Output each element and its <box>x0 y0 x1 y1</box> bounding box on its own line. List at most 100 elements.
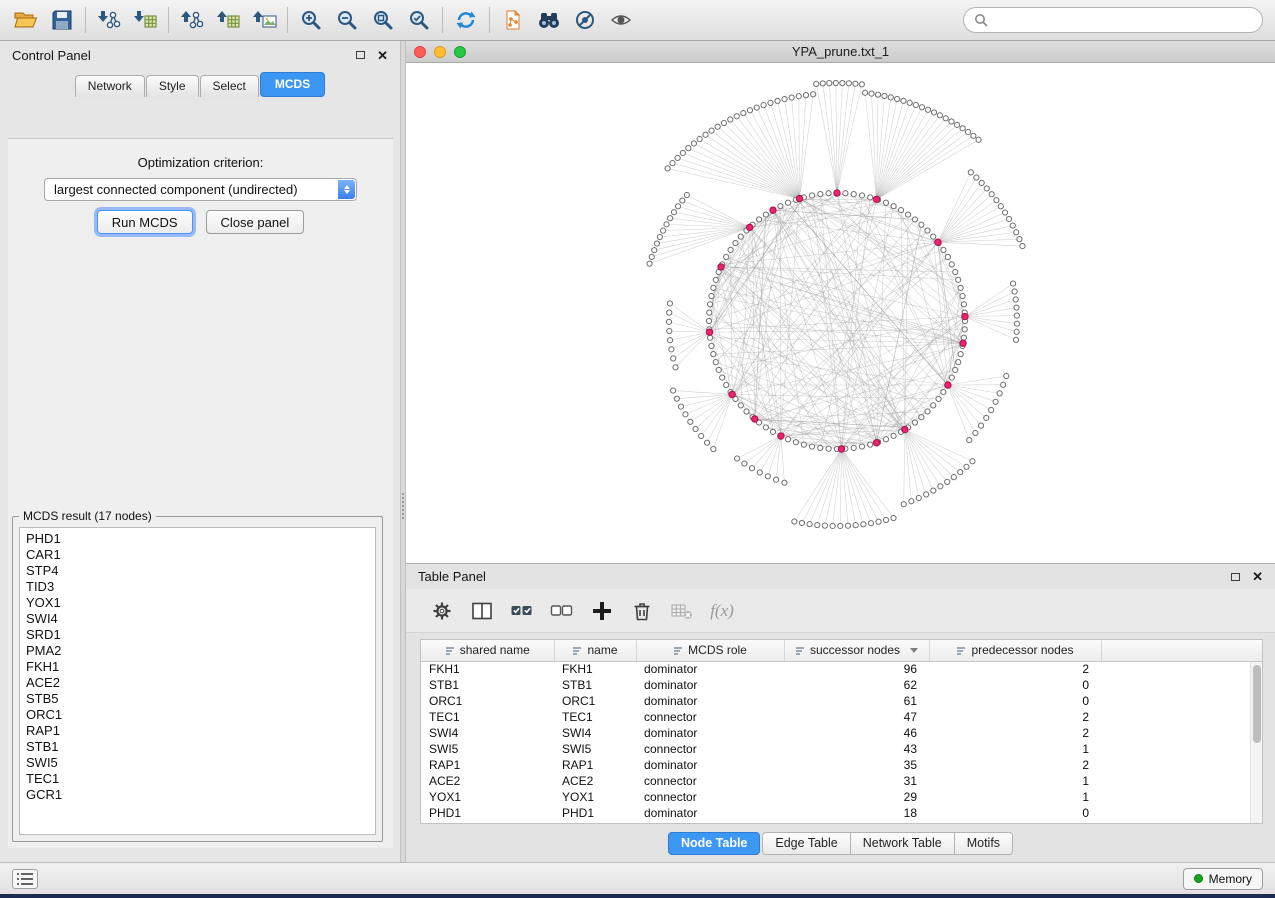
leaf-node[interactable] <box>853 81 858 86</box>
leaf-node[interactable] <box>964 464 969 469</box>
hide-details-button[interactable] <box>567 3 603 37</box>
leaf-node[interactable] <box>796 94 801 99</box>
ring-node[interactable] <box>868 442 873 447</box>
leaf-node[interactable] <box>1002 210 1007 215</box>
ring-node[interactable] <box>956 360 961 365</box>
search-box[interactable] <box>963 7 1263 33</box>
leaf-node[interactable] <box>678 404 683 409</box>
leaf-node[interactable] <box>734 114 739 119</box>
table-row[interactable]: RAP1RAP1dominator352 <box>421 757 1262 773</box>
tab-network[interactable]: Network <box>75 75 145 97</box>
ring-node[interactable] <box>785 437 790 442</box>
mcds-result-item[interactable]: GCR1 <box>26 787 375 803</box>
ring-node[interactable] <box>931 403 936 408</box>
leaf-node[interactable] <box>998 204 1003 209</box>
mcds-hub-node[interactable] <box>752 416 758 422</box>
ring-node[interactable] <box>883 200 888 205</box>
leaf-node[interactable] <box>1013 337 1018 342</box>
mcds-hub-node[interactable] <box>873 440 879 446</box>
column-header-name[interactable]: name <box>554 640 636 661</box>
share-document-button[interactable] <box>495 3 531 37</box>
ring-node[interactable] <box>962 327 967 332</box>
leaf-node[interactable] <box>704 440 709 445</box>
mcds-result-item[interactable]: TID3 <box>26 579 375 595</box>
leaf-node[interactable] <box>667 310 672 315</box>
ring-node[interactable] <box>801 442 806 447</box>
ring-node[interactable] <box>826 446 831 451</box>
mcds-result-item[interactable]: YOX1 <box>26 595 375 611</box>
mcds-hub-node[interactable] <box>834 190 840 196</box>
ring-node[interactable] <box>763 425 768 430</box>
import-table-button[interactable] <box>127 3 163 37</box>
leaf-node[interactable] <box>1014 313 1019 318</box>
table-row[interactable]: TEC1TEC1connector472 <box>421 709 1262 725</box>
ring-node[interactable] <box>724 254 729 259</box>
search-input[interactable] <box>994 13 1252 28</box>
leaf-node[interactable] <box>901 502 906 507</box>
ring-node[interactable] <box>724 382 729 387</box>
table-row[interactable]: PHD1PHD1dominator180 <box>421 805 1262 821</box>
leaf-node[interactable] <box>949 119 954 124</box>
leaf-node[interactable] <box>979 180 984 185</box>
leaf-node[interactable] <box>1014 321 1019 326</box>
leaf-node[interactable] <box>989 407 994 412</box>
ring-node[interactable] <box>713 277 718 282</box>
leaf-node[interactable] <box>728 117 733 122</box>
leaf-node[interactable] <box>734 456 739 461</box>
leaf-node[interactable] <box>937 113 942 118</box>
ring-node[interactable] <box>859 193 864 198</box>
leaf-node[interactable] <box>845 523 850 528</box>
ring-node[interactable] <box>770 429 775 434</box>
mcds-result-item[interactable]: ACE2 <box>26 675 375 691</box>
mcds-hub-node[interactable] <box>873 196 879 202</box>
mcds-hub-node[interactable] <box>945 382 951 388</box>
leaf-node[interactable] <box>667 301 672 306</box>
leaf-node[interactable] <box>668 338 673 343</box>
mcds-result-item[interactable]: TEC1 <box>26 771 375 787</box>
table-row[interactable]: SWI4SWI4dominator462 <box>421 725 1262 741</box>
mcds-result-item[interactable]: PMA2 <box>26 643 375 659</box>
function-builder-button[interactable]: f(x) <box>706 595 738 627</box>
ring-node[interactable] <box>707 302 712 307</box>
leaf-node[interactable] <box>888 95 893 100</box>
table-row[interactable]: ORC1ORC1dominator610 <box>421 693 1262 709</box>
ring-node[interactable] <box>912 420 917 425</box>
ring-node[interactable] <box>956 277 961 282</box>
leaf-node[interactable] <box>913 102 918 107</box>
ring-node[interactable] <box>883 437 888 442</box>
ring-node[interactable] <box>919 415 924 420</box>
float-window-icon[interactable] <box>1231 573 1240 581</box>
mcds-result-item[interactable]: ORC1 <box>26 707 375 723</box>
leaf-node[interactable] <box>684 192 689 197</box>
leaf-node[interactable] <box>943 116 948 121</box>
leaf-node[interactable] <box>703 132 708 137</box>
leaf-node[interactable] <box>691 141 696 146</box>
ring-node[interactable] <box>711 285 716 290</box>
leaf-node[interactable] <box>901 98 906 103</box>
leaf-node[interactable] <box>1013 297 1018 302</box>
mcds-hub-node[interactable] <box>838 446 844 452</box>
table-settings-button[interactable] <box>426 595 458 627</box>
leaf-node[interactable] <box>1014 230 1019 235</box>
ring-node[interactable] <box>826 191 831 196</box>
leaf-node[interactable] <box>1001 382 1006 387</box>
ring-node[interactable] <box>809 193 814 198</box>
leaf-node[interactable] <box>960 126 965 131</box>
leaf-node[interactable] <box>931 488 936 493</box>
leaf-node[interactable] <box>1010 223 1015 228</box>
leaf-node[interactable] <box>862 90 867 95</box>
ring-node[interactable] <box>912 217 917 222</box>
leaf-node[interactable] <box>697 136 702 141</box>
table-row[interactable]: YOX1YOX1connector291 <box>421 789 1262 805</box>
mcds-result-item[interactable]: SWI5 <box>26 755 375 771</box>
ring-node[interactable] <box>707 310 712 315</box>
ring-node[interactable] <box>925 409 930 414</box>
leaf-node[interactable] <box>883 517 888 522</box>
leaf-node[interactable] <box>775 98 780 103</box>
zoom-in-button[interactable] <box>293 3 329 37</box>
ring-node[interactable] <box>733 240 738 245</box>
export-image-button[interactable] <box>246 3 282 37</box>
leaf-node[interactable] <box>974 175 979 180</box>
table-row[interactable]: FKH1FKH1dominator962 <box>421 661 1262 677</box>
open-file-button[interactable] <box>8 3 44 37</box>
